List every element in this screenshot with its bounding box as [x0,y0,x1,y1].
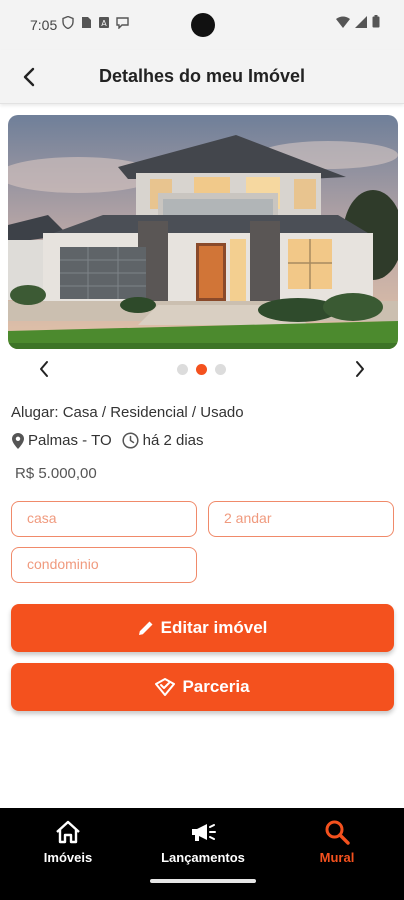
bottom-nav: Imóveis Lançamentos Mural [0,808,404,900]
carousel-dot[interactable] [215,364,226,375]
nav-item-mural[interactable]: Mural [310,818,364,865]
status-bar: 7:05 A [0,0,404,50]
shield-icon [62,15,74,30]
status-icons-right [336,15,380,33]
search-icon [324,818,350,846]
tag-chip: condominio [11,547,197,583]
chevron-left-icon [40,361,48,377]
wifi-icon [336,15,350,33]
svg-text:A: A [101,19,107,28]
nav-item-imoveis[interactable]: Imóveis [40,818,96,865]
nav-label-imoveis: Imóveis [43,850,93,865]
home-indicator[interactable] [150,879,256,883]
carousel-dot-active[interactable] [196,364,207,375]
nav-label-mural: Mural [319,850,355,865]
a-icon: A [98,16,110,29]
tag-chip: 2 andar [208,501,394,537]
listing-posted: há 2 dias [142,432,204,449]
carousel-prev-button[interactable] [32,357,56,381]
chevron-right-icon [356,361,364,377]
listing-price: R$ 5.000,00 [15,465,97,482]
camera-cutout [191,13,215,37]
partnership-label: Parceria [182,677,250,696]
status-icons-left: A [62,15,129,30]
nav-item-lancamentos[interactable]: Lançamentos [158,818,248,865]
edit-property-label: Editar imóvel [160,618,268,637]
carousel-dot[interactable] [177,364,188,375]
chat-icon [116,16,129,30]
listing-location: Palmas - TO [28,432,112,449]
handshake-icon [155,678,176,696]
clock-icon [122,432,139,449]
property-photo[interactable] [8,115,398,349]
app-bar: Detalhes do meu Imóvel [0,50,404,104]
listing-category: Alugar: Casa / Residencial / Usado [11,404,244,421]
status-time: 7:05 [30,17,58,33]
partnership-button[interactable]: Parceria [11,663,394,711]
nav-label-lancamentos: Lançamentos [161,850,245,865]
listing-meta: Palmas - TO há 2 dias [12,432,204,449]
page-title: Detalhes do meu Imóvel [98,66,306,86]
signal-icon [355,15,367,33]
megaphone-icon [189,818,217,846]
pencil-icon [138,620,154,636]
battery-icon [372,15,380,33]
carousel-indicator [177,364,226,375]
sim-icon [80,16,92,29]
location-pin-icon [12,432,24,449]
house-photo [8,115,398,349]
carousel-next-button[interactable] [348,357,372,381]
edit-property-button[interactable]: Editar imóvel [11,604,394,652]
tag-chip: casa [11,501,197,537]
home-icon [55,818,81,846]
